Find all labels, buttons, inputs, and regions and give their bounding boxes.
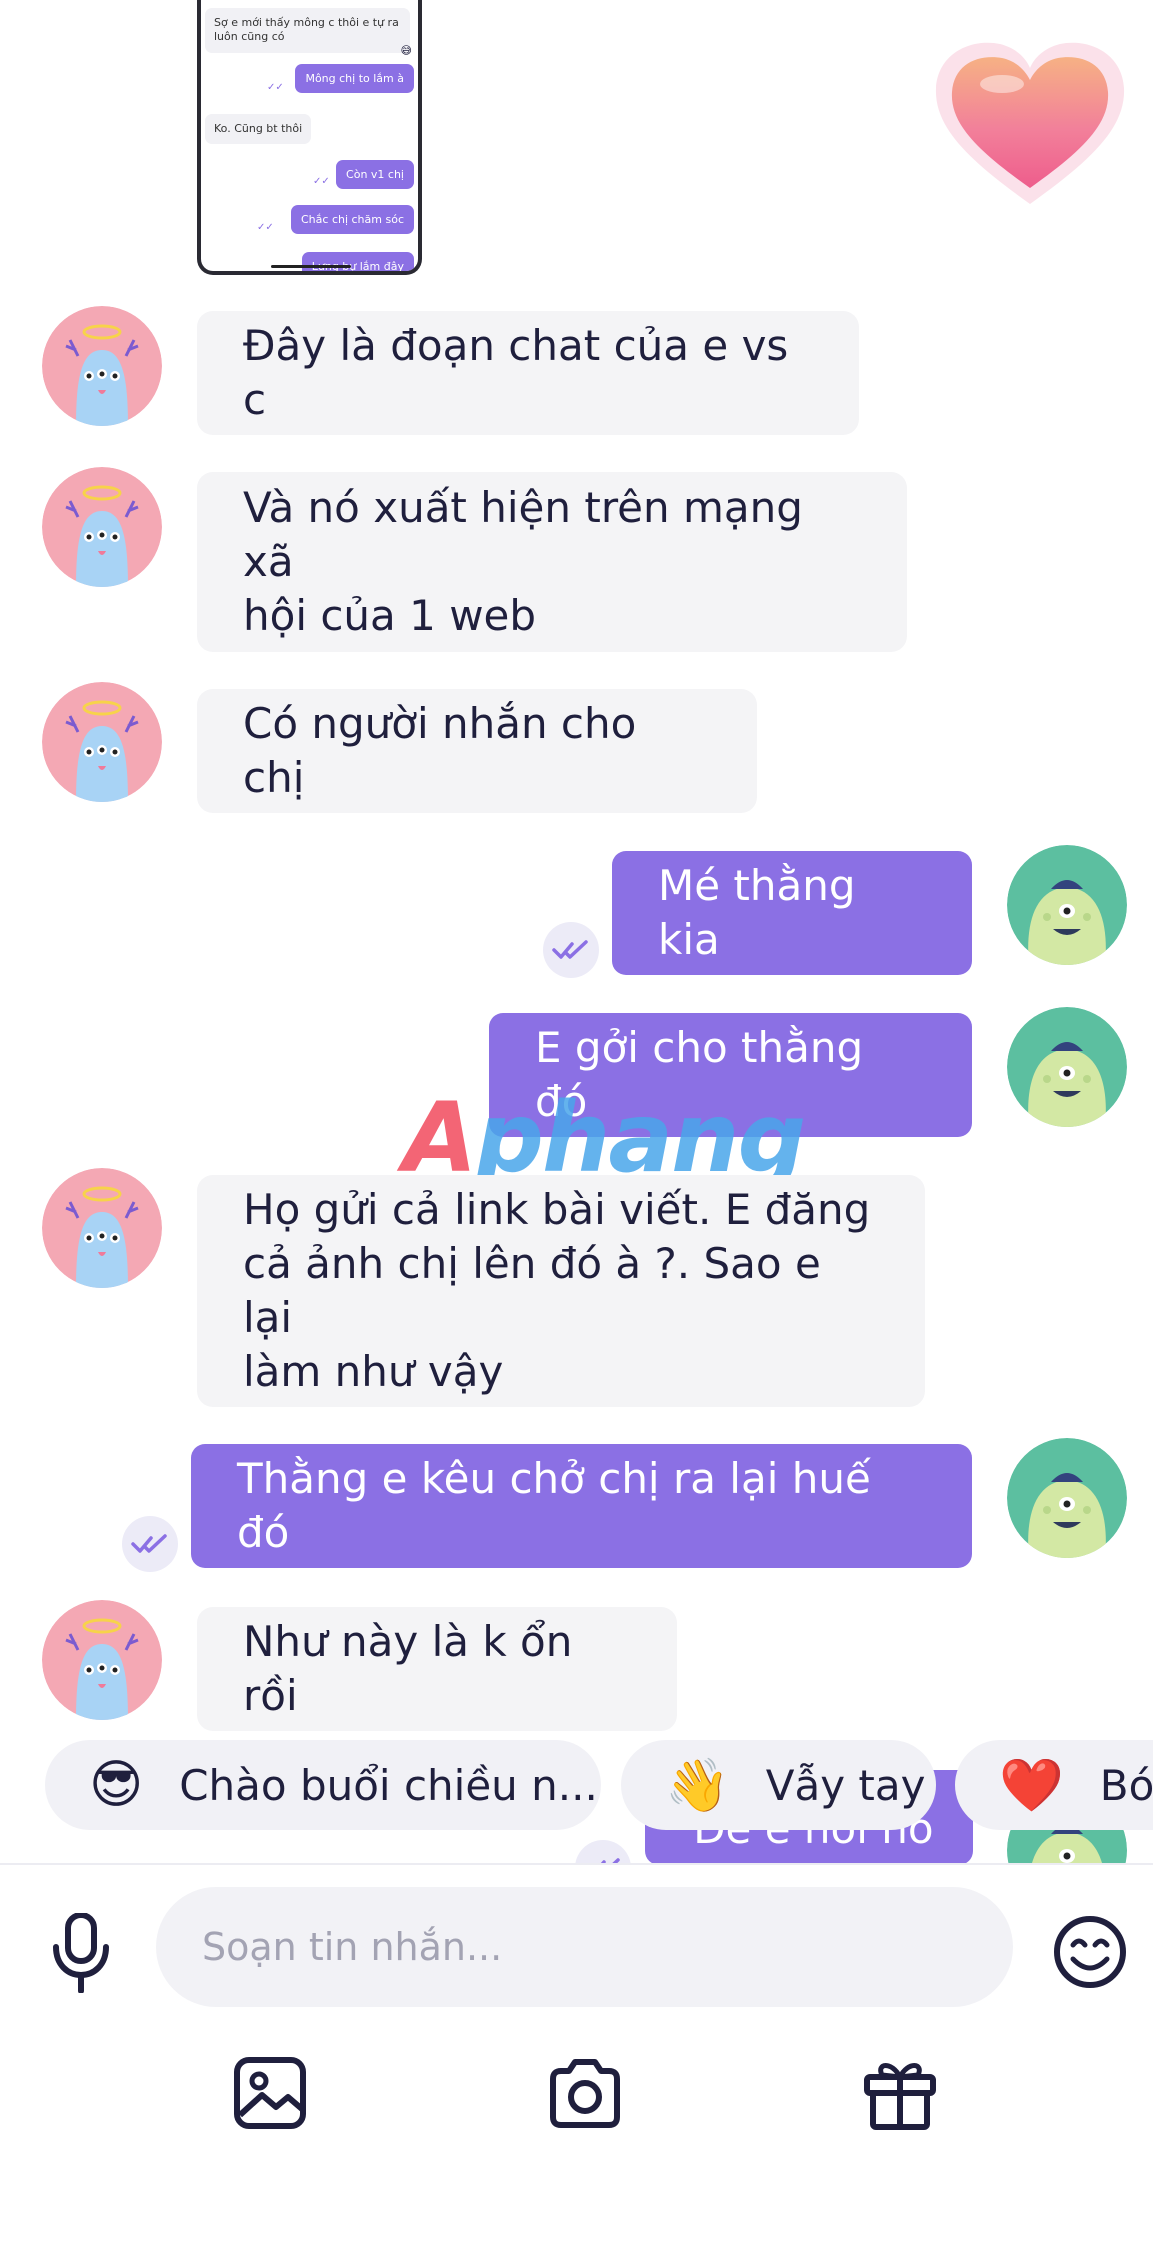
quick-reply-chip[interactable]: 😎 Chào buổi chiều n... xyxy=(45,1740,601,1830)
message-text: E gởi cho thằng đó xyxy=(535,1023,864,1126)
message-input[interactable] xyxy=(156,1887,1013,2007)
incoming-message[interactable]: Họ gửi cả link bài viết. E đăng cả ảnh c… xyxy=(197,1175,925,1407)
waving-hand-icon: 👋 xyxy=(665,1755,730,1816)
read-receipt-icon xyxy=(122,1516,178,1572)
message-text: Mé thằng kia xyxy=(658,861,856,964)
outgoing-message[interactable]: Mé thằng kia xyxy=(612,851,972,975)
embedded-message-incoming: Sợ e mới thấy mông c thôi e tự ra luôn c… xyxy=(205,8,410,53)
message-text: Như này là k ổn rồi xyxy=(243,1617,573,1720)
quick-reply-label: Chào buổi chiều n... xyxy=(179,1760,598,1810)
message-text-line: hội của 1 web xyxy=(243,591,537,640)
embedded-message-incoming: Ko. Cũng bt thôi xyxy=(205,114,312,145)
camera-icon[interactable] xyxy=(547,2055,623,2131)
outgoing-message[interactable]: Thằng e kêu chở chị ra lại huế đó xyxy=(191,1444,972,1568)
embedded-screenshot-image[interactable]: Sợ e mới thấy mông c thôi e tự ra luôn c… xyxy=(197,0,422,275)
message-text: Đây là đoạn chat của e vs c xyxy=(243,321,789,424)
embedded-message-outgoing: Lưng bự lắm đây xyxy=(301,252,414,271)
contact-avatar[interactable] xyxy=(42,467,162,587)
quick-reply-chip[interactable]: 👋 Vẫy tay xyxy=(621,1740,936,1830)
microphone-icon[interactable] xyxy=(50,1912,112,1994)
user-avatar[interactable] xyxy=(1007,1007,1127,1127)
message-text-line: làm như vậy xyxy=(243,1347,504,1396)
message-text-line: Họ gửi cả link bài viết. E đăng xyxy=(243,1185,871,1234)
incoming-message[interactable]: Có người nhắn cho chị xyxy=(197,689,757,813)
message-composer xyxy=(0,1863,1153,2266)
read-receipt-icon xyxy=(543,922,599,978)
incoming-message[interactable]: Và nó xuất hiện trên mạng xã hội của 1 w… xyxy=(197,472,907,652)
image-icon[interactable] xyxy=(232,2055,308,2131)
embedded-home-indicator xyxy=(271,265,351,268)
gift-icon[interactable] xyxy=(862,2055,938,2131)
incoming-message[interactable]: Như này là k ổn rồi xyxy=(197,1607,677,1731)
quick-reply-chip[interactable]: ❤️ Bón xyxy=(955,1740,1153,1830)
outgoing-message[interactable]: E gởi cho thằng đó xyxy=(489,1013,972,1137)
sunglasses-sun-icon: 😎 xyxy=(89,1755,144,1815)
embedded-message-outgoing: Chắc chị chăm sóc xyxy=(291,205,414,234)
contact-avatar[interactable] xyxy=(42,682,162,802)
contact-avatar[interactable] xyxy=(42,306,162,426)
message-text-line: cả ảnh chị lên đó à ?. Sao e lại xyxy=(243,1239,821,1342)
contact-avatar[interactable] xyxy=(42,1168,162,1288)
contact-avatar[interactable] xyxy=(42,1600,162,1720)
embedded-read-icon: ✓✓ xyxy=(313,176,330,187)
quick-reply-label: Bón xyxy=(1099,1760,1153,1810)
message-text-line: Và nó xuất hiện trên mạng xã xyxy=(243,483,803,586)
red-heart-icon: ❤️ xyxy=(999,1755,1064,1816)
quick-reply-label: Vẫy tay xyxy=(765,1760,926,1810)
embedded-emoji-icon: 😅 xyxy=(400,44,412,57)
embedded-read-icon: ✓✓ xyxy=(257,222,274,233)
emoji-icon[interactable] xyxy=(1053,1915,1127,1989)
embedded-read-icon: ✓✓ xyxy=(267,82,284,93)
incoming-message[interactable]: Đây là đoạn chat của e vs c xyxy=(197,311,859,435)
heart-sticker-icon xyxy=(930,36,1130,211)
message-text: Có người nhắn cho chị xyxy=(243,699,637,802)
embedded-message-outgoing: Còn v1 chị xyxy=(336,160,414,189)
user-avatar[interactable] xyxy=(1007,845,1127,965)
embedded-message-outgoing: Mông chị to lắm à xyxy=(295,64,414,93)
quick-replies-bar: 😎 Chào buổi chiều n... 👋 Vẫy tay ❤️ Bón xyxy=(0,1735,1153,1835)
user-avatar[interactable] xyxy=(1007,1438,1127,1558)
message-text: Thằng e kêu chở chị ra lại huế đó xyxy=(237,1454,871,1557)
